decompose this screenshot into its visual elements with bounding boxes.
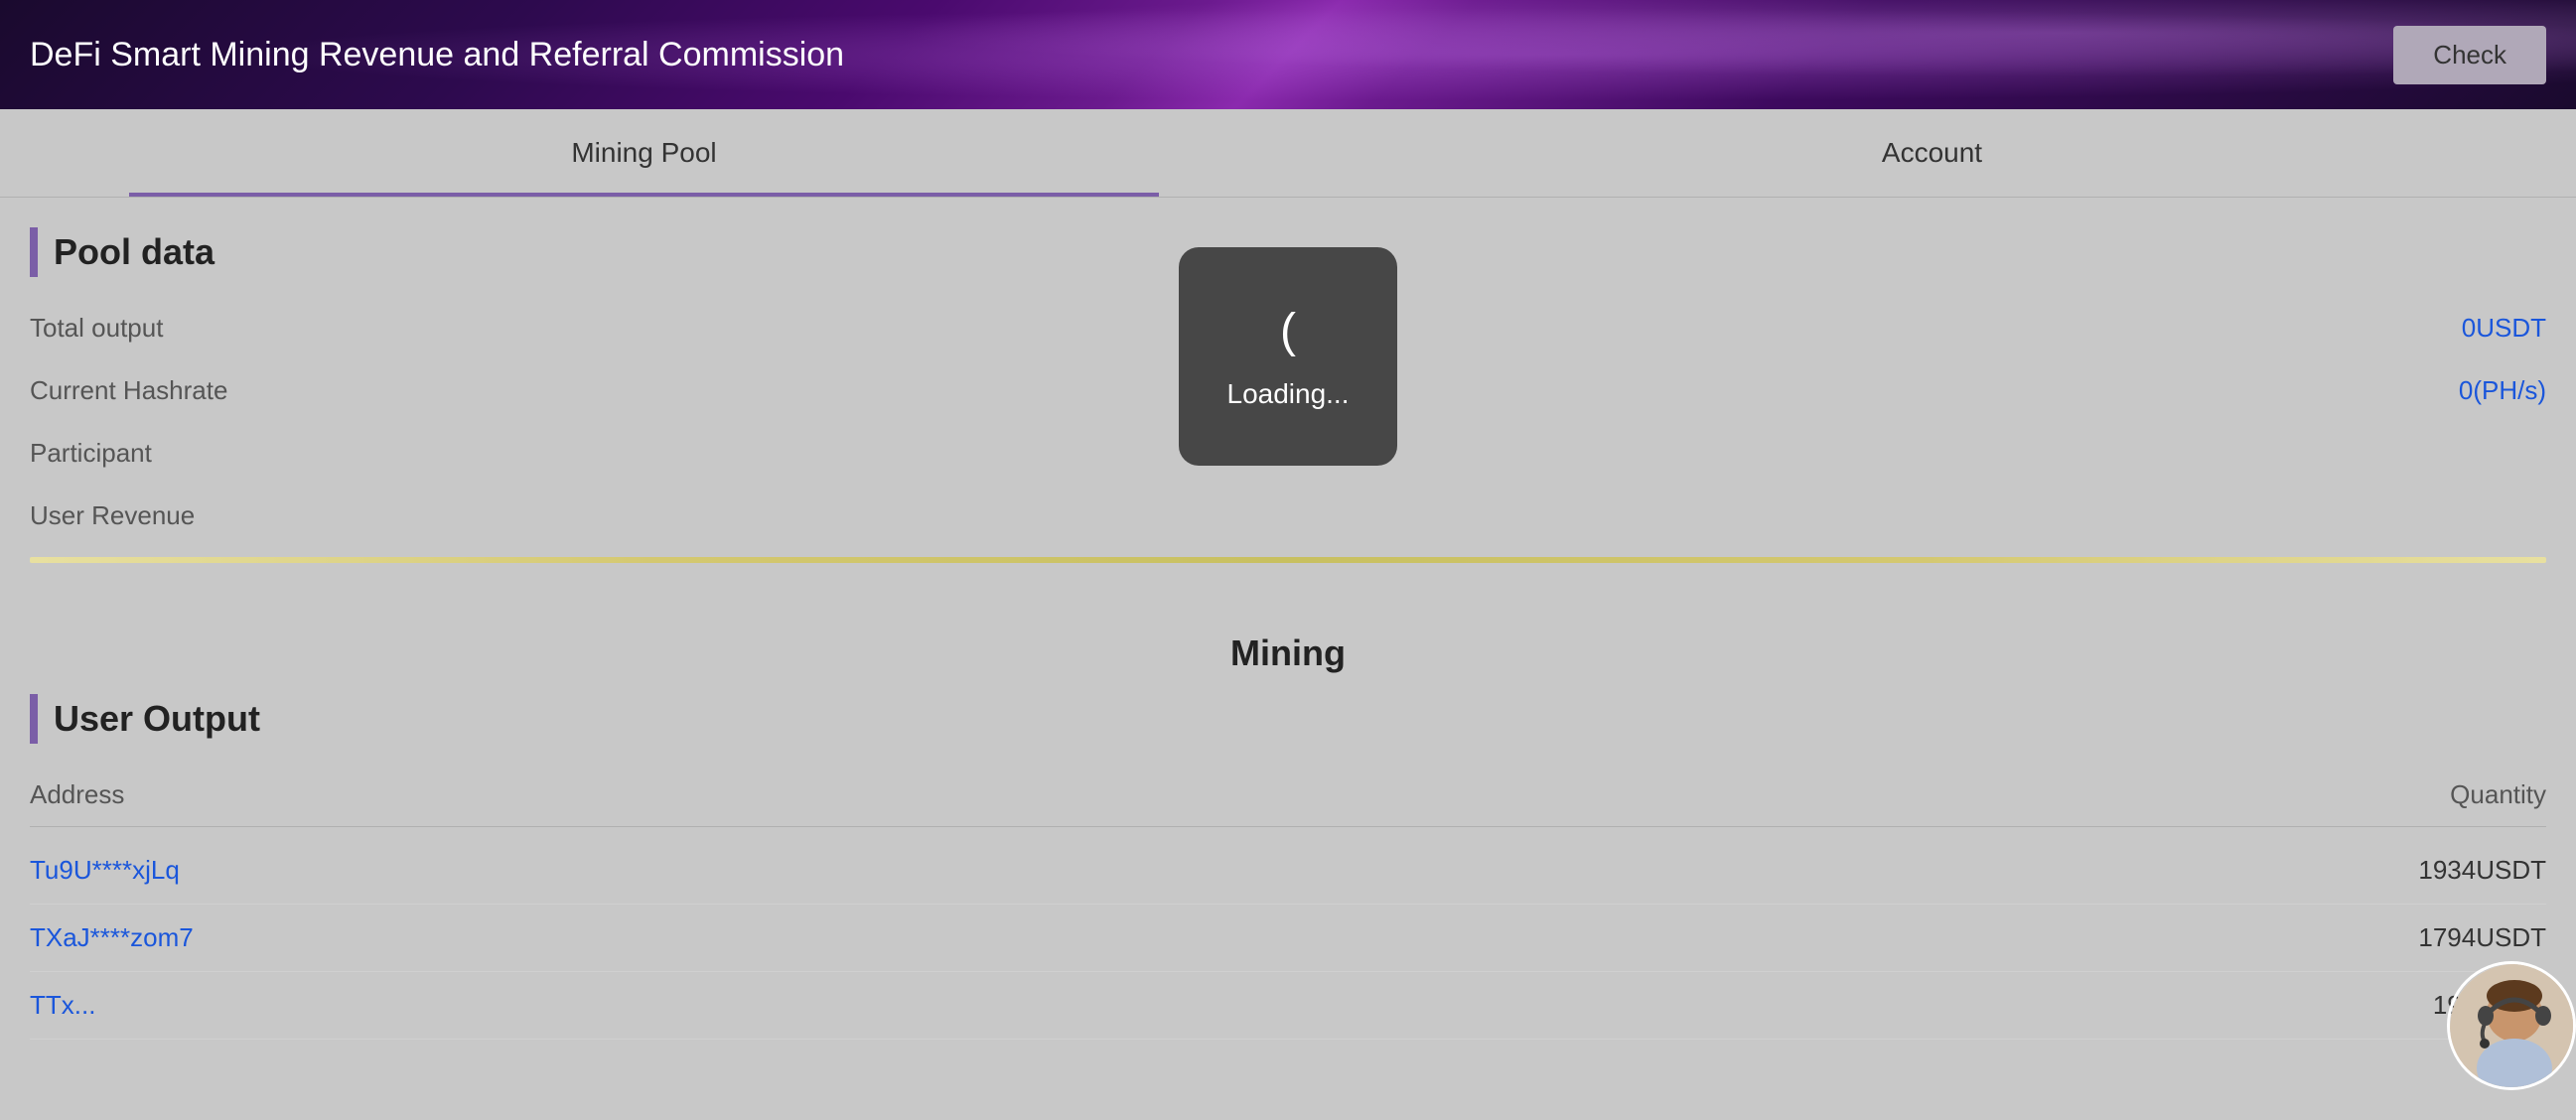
pool-data-row-user-revenue: User Revenue <box>30 485 2546 547</box>
user-revenue-label: User Revenue <box>30 500 195 531</box>
pool-data-title: Pool data <box>54 231 215 273</box>
loading-text: Loading... <box>1227 378 1350 410</box>
mining-section-title: Mining <box>0 603 2576 694</box>
user-output-accent <box>30 694 38 744</box>
quantity-col-header: Quantity <box>2450 779 2546 810</box>
quantity-value-1: 1794USDT <box>2418 922 2546 953</box>
address-link-1[interactable]: TXaJ****zom7 <box>30 922 194 953</box>
quantity-value-0: 1934USDT <box>2418 855 2546 886</box>
address-link-2[interactable]: TTx... <box>30 990 95 1021</box>
section-divider <box>30 557 2546 563</box>
total-output-label: Total output <box>30 313 163 344</box>
header-title: DeFi Smart Mining Revenue and Referral C… <box>30 36 844 74</box>
address-link-0[interactable]: Tu9U****xjLq <box>30 855 180 886</box>
main-content: ( Loading... Pool data Total output 0USD… <box>0 198 2576 603</box>
loading-overlay: ( Loading... <box>1179 247 1397 466</box>
loading-icon: ( <box>1280 304 1296 358</box>
section-accent <box>30 227 38 277</box>
hashrate-value: 0(PH/s) <box>2459 375 2546 406</box>
total-output-value: 0USDT <box>2462 313 2546 344</box>
table-row: TXaJ****zom7 1794USDT <box>30 905 2546 972</box>
avatar-circle <box>2450 964 2576 1090</box>
support-avatar[interactable] <box>2447 961 2576 1090</box>
table-row: Tu9U****xjLq 1934USDT <box>30 837 2546 905</box>
table-row: TTx... 190USDT <box>30 972 2546 1040</box>
check-button[interactable]: Check <box>2393 26 2546 84</box>
user-output-section: User Output Address Quantity Tu9U****xjL… <box>0 694 2576 1040</box>
participant-label: Participant <box>30 438 152 469</box>
support-avatar-svg <box>2450 964 2576 1090</box>
address-col-header: Address <box>30 779 124 810</box>
header-banner: DeFi Smart Mining Revenue and Referral C… <box>0 0 2576 109</box>
user-output-title: User Output <box>54 698 260 740</box>
user-output-header: User Output <box>30 694 2546 744</box>
hashrate-label: Current Hashrate <box>30 375 227 406</box>
loading-box: ( Loading... <box>1179 247 1397 466</box>
tab-account[interactable]: Account <box>1288 109 2576 197</box>
tabs-container: Mining Pool Account <box>0 109 2576 198</box>
table-header: Address Quantity <box>30 764 2546 827</box>
tab-mining-pool[interactable]: Mining Pool <box>0 109 1288 197</box>
